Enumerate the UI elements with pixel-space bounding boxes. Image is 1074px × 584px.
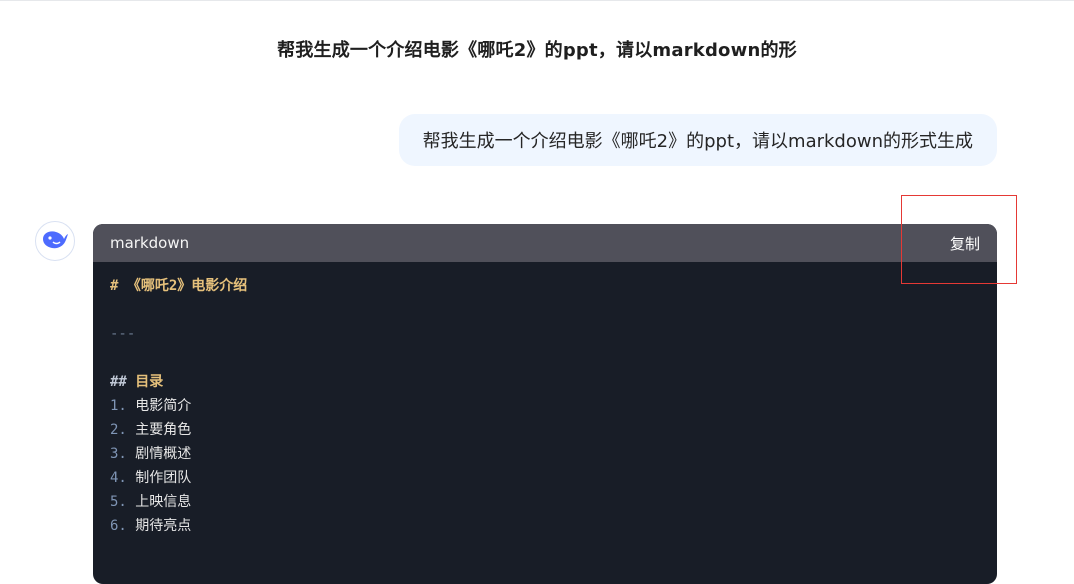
list-number: 1. — [110, 398, 127, 414]
list-number: 5. — [110, 494, 127, 510]
list-item: 6. 期待亮点 — [110, 514, 980, 538]
h1-marker: # — [110, 278, 119, 294]
code-language-label: markdown — [110, 234, 190, 252]
code-line-hr: --- — [110, 322, 980, 346]
list-item: 2. 主要角色 — [110, 418, 980, 442]
list-item: 4. 制作团队 — [110, 466, 980, 490]
assistant-avatar — [35, 221, 75, 261]
list-item: 1. 电影简介 — [110, 394, 980, 418]
list-item: 5. 上映信息 — [110, 490, 980, 514]
code-content: # 《哪吒2》电影介绍 --- ## 目录 1. 电影简介 2. 主要角色 3.… — [93, 262, 997, 538]
list-text: 电影简介 — [135, 398, 192, 414]
copy-button[interactable]: 复制 — [950, 233, 980, 254]
code-block: markdown 复制 # 《哪吒2》电影介绍 --- ## 目录 1. 电影简… — [93, 224, 997, 584]
user-message-bubble: 帮我生成一个介绍电影《哪吒2》的ppt，请以markdown的形式生成 — [398, 114, 997, 166]
list-text: 上映信息 — [135, 494, 192, 510]
list-text: 制作团队 — [135, 470, 192, 486]
chat-title: 帮我生成一个介绍电影《哪吒2》的ppt，请以markdown的形 — [277, 40, 797, 61]
hr-text: --- — [110, 326, 136, 342]
code-block-header: markdown 复制 — [93, 224, 997, 262]
code-line-h2: ## 目录 — [110, 370, 980, 394]
list-item: 3. 剧情概述 — [110, 442, 980, 466]
list-number: 2. — [110, 422, 127, 438]
whale-logo-icon — [41, 228, 69, 254]
list-number: 4. — [110, 470, 127, 486]
code-line-h1: # 《哪吒2》电影介绍 — [110, 274, 980, 298]
h2-marker: ## — [110, 374, 127, 390]
top-divider — [0, 0, 1074, 1]
user-message-text: 帮我生成一个介绍电影《哪吒2》的ppt，请以markdown的形式生成 — [422, 131, 973, 152]
list-text: 期待亮点 — [135, 518, 192, 534]
h2-text: 目录 — [135, 374, 164, 390]
list-text: 主要角色 — [135, 422, 192, 438]
list-number: 3. — [110, 446, 127, 462]
h1-text: 《哪吒2》电影介绍 — [126, 278, 248, 294]
list-text: 剧情概述 — [135, 446, 192, 462]
list-number: 6. — [110, 518, 127, 534]
